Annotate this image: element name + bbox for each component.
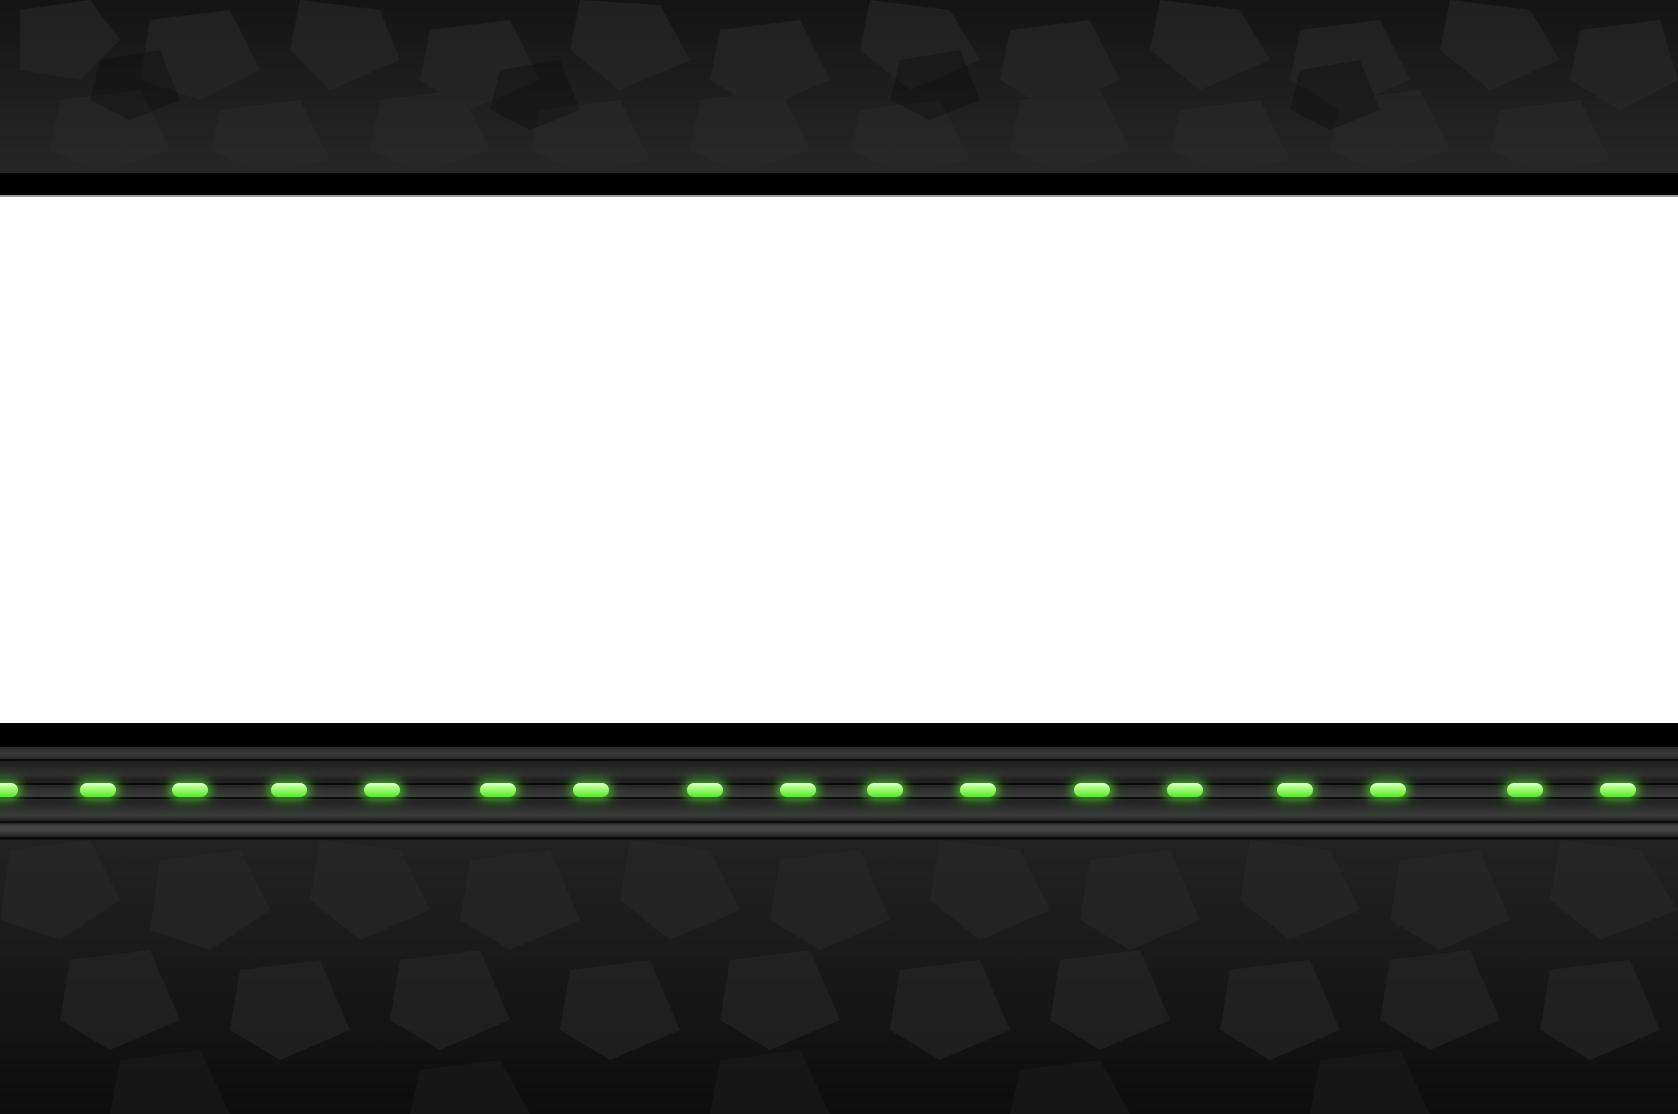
- rail-groove: [0, 759, 1678, 761]
- top-rock-wall: [0, 0, 1678, 173]
- led-rail: [0, 747, 1678, 840]
- rail-groove: [0, 797, 1678, 799]
- led-light: [0, 783, 18, 797]
- bottom-rock-texture: [0, 840, 1678, 1114]
- led-light: [573, 783, 609, 797]
- play-area[interactable]: [0, 197, 1678, 723]
- led-light: [780, 783, 816, 797]
- led-light: [1167, 783, 1203, 797]
- led-light: [1074, 783, 1110, 797]
- bottom-rock-wall: [0, 840, 1678, 1114]
- led-light: [1507, 783, 1543, 797]
- led-light: [172, 783, 208, 797]
- led-light: [364, 783, 400, 797]
- game-scene: [0, 0, 1678, 1114]
- led-light: [80, 783, 116, 797]
- led-light: [480, 783, 516, 797]
- top-rock-texture: [20, 0, 1678, 173]
- bottom-frame-border: [0, 723, 1678, 747]
- led-light: [687, 783, 723, 797]
- led-light: [1277, 783, 1313, 797]
- rail-groove: [0, 783, 1678, 785]
- rail-groove: [0, 837, 1678, 839]
- rail-groove: [0, 821, 1678, 823]
- led-light: [1600, 783, 1636, 797]
- led-light: [867, 783, 903, 797]
- led-light: [1370, 783, 1406, 797]
- led-light: [960, 783, 996, 797]
- led-light: [271, 783, 307, 797]
- top-frame-border: [0, 173, 1678, 197]
